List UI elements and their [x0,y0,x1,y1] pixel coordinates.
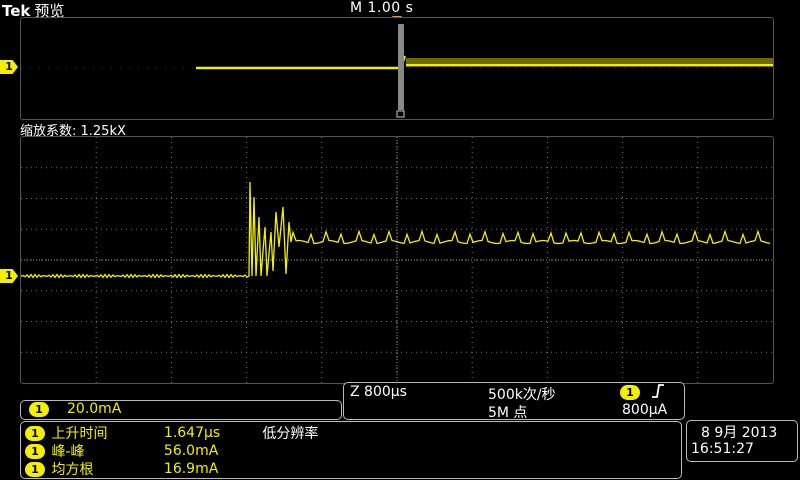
sample-rate: 500k次/秒 [488,387,556,403]
date-display: 8 9月 2013 [701,425,778,441]
measurement-channel-badge: 1 [25,461,45,477]
zoom-waveform-area[interactable] [20,136,774,384]
vertical-scale-value: 20.0mA [67,401,122,417]
timebase-readout[interactable]: M 1.00 s [350,0,413,16]
measurement-row: 1 上升时间 1.647µs 低分辨率 [25,423,319,442]
measurement-value: 16.9mA [163,461,219,477]
measurement-name: 均方根 [51,462,94,478]
zoom-waveform-trace [20,181,771,279]
measurement-channel-badge: 1 [25,443,45,459]
zoom-channel-1-marker[interactable]: 1 [0,269,18,283]
trigger-level: 800µA [622,402,668,418]
zoom-window-marker [398,24,404,110]
measurement-name: 上升时间 [51,426,108,442]
zoom-time-per-div: Z 800µs [350,384,407,400]
record-length: 5M 点 [488,405,528,421]
measurement-value: 1.647µs [163,425,221,441]
time-display: 16:51:27 [691,441,754,457]
channel-1-badge: 1 [29,402,49,417]
zoom-waveform-svg [20,137,773,383]
channel-scale-panel[interactable]: 1 20.0mA [20,400,342,420]
acquisition-panel[interactable]: Z 800µs 500k次/秒 5M 点 1 800µA [343,382,685,421]
zoom-window-handle [396,110,405,118]
overview-waveform-area[interactable] [20,17,774,120]
rising-edge-icon [650,383,666,403]
overview-waveform-svg [21,24,773,118]
datetime-panel: 8 9月 2013 16:51:27 [686,420,798,462]
measurement-row: 1 峰-峰 56.0mA [25,441,258,460]
measurements-panel[interactable]: 1 上升时间 1.647µs 低分辨率 1 峰-峰 56.0mA 1 均方根 1… [20,421,682,479]
measurement-channel-badge: 1 [25,425,45,441]
measurement-value: 56.0mA [163,443,219,459]
measurement-name: 峰-峰 [51,444,85,460]
trigger-channel-badge: 1 [620,385,640,400]
measurement-row: 1 均方根 16.9mA [25,459,258,478]
low-resolution-note: 低分辨率 [262,426,319,442]
overview-channel-1-marker[interactable]: 1 [0,60,18,74]
